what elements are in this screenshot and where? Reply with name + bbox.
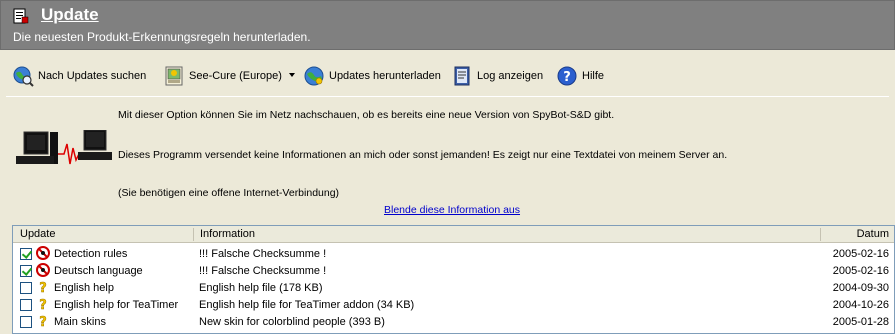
cell-information: !!! Falsche Checksumme ! — [199, 248, 327, 260]
cell-update-name: Main skins — [54, 316, 106, 328]
column-header-information[interactable]: Information — [200, 228, 255, 240]
row-checkbox[interactable] — [20, 248, 32, 260]
info-panel: Mit dieser Option können Sie im Netz nac… — [0, 98, 895, 220]
mirror-select-button[interactable]: See-Cure (Europe) — [163, 64, 282, 88]
cell-information: English help file for TeaTimer addon (34… — [199, 299, 415, 311]
cell-update-name: Detection rules — [54, 248, 128, 260]
cell-information: !!! Falsche Checksumme ! — [199, 265, 327, 277]
globe-search-icon — [13, 66, 34, 87]
svg-text:?: ? — [39, 281, 47, 294]
help-label: Hilfe — [582, 70, 605, 82]
error-no-entry-icon — [36, 263, 50, 277]
show-log-button[interactable]: Log anzeigen — [451, 64, 543, 88]
chevron-down-icon[interactable] — [289, 73, 295, 77]
question-mark-icon: ? — [39, 298, 47, 311]
row-checkbox[interactable] — [20, 265, 32, 277]
toolbar-divider — [6, 96, 889, 97]
cell-date: 2004-09-30 — [832, 282, 889, 294]
info-text-purpose: Mit dieser Option können Sie im Netz nac… — [118, 109, 615, 121]
network-computers-icon — [16, 130, 112, 165]
table-row[interactable]: ? English help for TeaTimer English help f… — [13, 296, 894, 313]
page-subtitle: Die neuesten Produkt-Erkennungsregeln he… — [13, 30, 311, 44]
show-log-label: Log anzeigen — [477, 70, 544, 82]
error-no-entry-icon — [36, 246, 50, 260]
cell-date: 2005-01-28 — [832, 316, 889, 328]
cell-information: New skin for colorblind people (393 B) — [199, 316, 385, 328]
table-header: Update Information Datum — [13, 226, 894, 243]
table-row[interactable]: Deutsch language !!! Falsche Checksumme !… — [13, 262, 894, 279]
download-updates-label: Updates herunterladen — [329, 70, 441, 82]
column-divider[interactable] — [193, 228, 194, 241]
help-button[interactable]: ? Hilfe — [556, 64, 604, 88]
cell-update-name: Deutsch language — [54, 265, 143, 277]
hide-info-link[interactable]: Blende diese Information aus — [384, 204, 520, 216]
log-book-icon — [454, 66, 470, 86]
column-header-date[interactable]: Datum — [857, 228, 889, 240]
search-updates-button[interactable]: Nach Updates suchen — [12, 64, 146, 88]
svg-text:?: ? — [563, 70, 571, 85]
svg-text:?: ? — [39, 298, 47, 311]
search-updates-label: Nach Updates suchen — [38, 70, 147, 82]
column-divider[interactable] — [820, 228, 821, 241]
row-checkbox[interactable] — [20, 282, 32, 294]
table-row[interactable]: Detection rules !!! Falsche Checksumme ! 2… — [13, 245, 894, 262]
page-header: Update Die neuesten Produkt-Erkennungsre… — [0, 0, 895, 50]
cell-information: English help file (178 KB) — [199, 282, 323, 294]
spybot-document-icon — [13, 8, 29, 24]
row-checkbox[interactable] — [20, 316, 32, 328]
download-updates-button[interactable]: Updates herunterladen — [303, 64, 441, 88]
question-mark-icon: ? — [39, 281, 47, 294]
table-row[interactable]: ? Main skins New skin for colorblind peopl… — [13, 313, 894, 330]
table-row[interactable]: ? English help English help file (178 KB) 2… — [13, 279, 894, 296]
row-checkbox[interactable] — [20, 299, 32, 311]
cell-date: 2004-10-26 — [832, 299, 889, 311]
question-mark-icon: ? — [39, 315, 47, 328]
cell-date: 2005-02-16 — [832, 265, 889, 277]
cell-date: 2005-02-16 — [832, 248, 889, 260]
svg-text:?: ? — [39, 315, 47, 328]
info-text-privacy: Dieses Programm versendet keine Informat… — [118, 149, 728, 161]
globe-download-icon — [304, 66, 324, 86]
info-text-requirement: (Sie benötigen eine offene Internet-Verb… — [118, 187, 340, 199]
cell-update-name: English help — [54, 282, 114, 294]
server-picture-icon — [165, 66, 183, 86]
updates-table: Update Information Datum Detection rules… — [12, 225, 895, 334]
mirror-select-label: See-Cure (Europe) — [189, 70, 282, 82]
toolbar: Nach Updates suchen See-Cure (Europe) Up… — [0, 58, 895, 94]
cell-update-name: English help for TeaTimer — [54, 299, 179, 311]
column-header-update[interactable]: Update — [20, 228, 55, 240]
help-question-icon: ? — [557, 66, 577, 86]
page-title: Update — [41, 5, 99, 24]
